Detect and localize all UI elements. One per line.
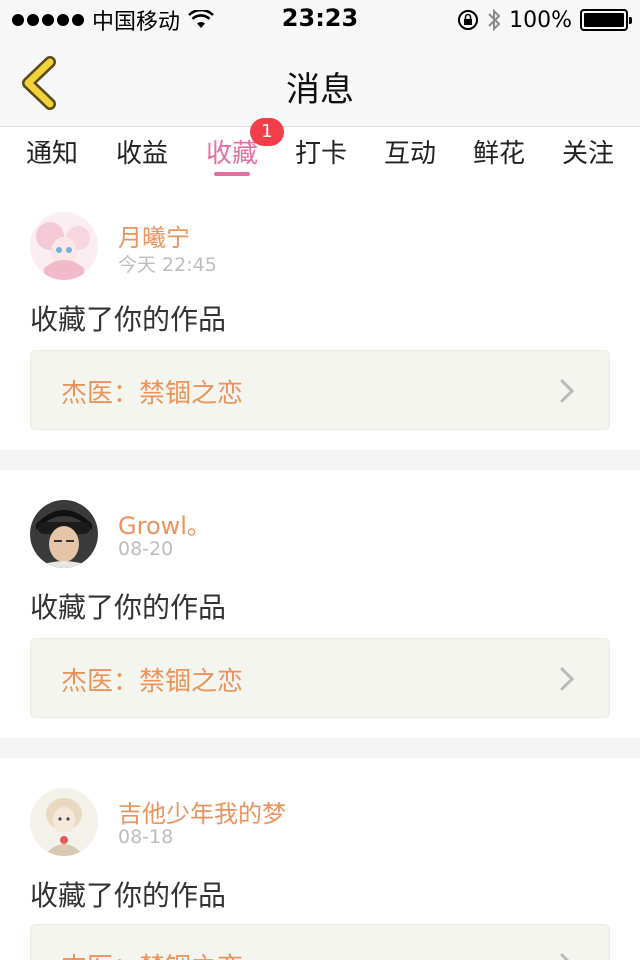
status-bar: 中国移动 23:23 100% <box>0 0 640 40</box>
chevron-right-icon <box>560 953 570 960</box>
battery-percent: 100% <box>509 7 572 33</box>
action-text: 收藏了你的作品 <box>30 303 227 336</box>
status-right: 100% <box>457 6 632 34</box>
message-time: 08-20 <box>118 538 174 560</box>
tab-earnings[interactable]: 收益 <box>116 133 168 170</box>
tab-flowers[interactable]: 鲜花 <box>473 133 525 170</box>
rotation-lock-icon <box>458 10 479 30</box>
work-link[interactable]: 杰医：禁锢之恋 <box>30 350 610 430</box>
work-title: 杰医：禁锢之恋 <box>61 667 244 697</box>
work-link[interactable]: 杰医：禁锢之恋 <box>30 638 610 718</box>
tab-bar: 通知 收益 收藏 打卡 互动 鲜花 关注 <box>0 126 640 182</box>
tab-notifications[interactable]: 通知 <box>26 133 78 170</box>
battery-icon <box>580 9 632 31</box>
message-card: 吉他少年我的梦 08-18 收藏了你的作品 杰医：禁锢之恋 <box>0 758 640 960</box>
message-card: 月曦宁 今天 22:45 收藏了你的作品 杰医：禁锢之恋 <box>0 182 640 450</box>
work-title: 杰医：禁锢之恋 <box>61 379 244 409</box>
avatar[interactable] <box>30 788 98 856</box>
username[interactable]: 月曦宁 <box>118 218 190 253</box>
username[interactable]: 吉他少年我的梦 <box>118 794 286 829</box>
chevron-right-icon <box>560 379 575 403</box>
tab-following[interactable]: 关注 <box>562 133 614 170</box>
message-time: 08-18 <box>118 826 174 848</box>
tab-checkin[interactable]: 打卡 <box>295 133 347 170</box>
work-title: 杰医：禁锢之恋 <box>61 947 243 960</box>
bluetooth-icon <box>488 8 501 32</box>
active-tab-indicator <box>214 172 250 176</box>
username[interactable]: Growl。 <box>118 506 211 541</box>
tab-interactions[interactable]: 互动 <box>384 133 436 170</box>
page-title: 消息 <box>286 70 354 110</box>
work-link[interactable]: 杰医：禁锢之恋 <box>30 924 610 960</box>
divider <box>0 738 640 758</box>
favorites-badge: 1 <box>250 118 284 146</box>
message-time: 今天 22:45 <box>118 254 217 276</box>
action-text: 收藏了你的作品 <box>30 879 227 912</box>
avatar[interactable] <box>30 212 98 280</box>
nav-bar: 消息 <box>0 40 640 126</box>
message-card: Growl。 08-20 收藏了你的作品 杰医：禁锢之恋 <box>0 470 640 738</box>
chevron-right-icon <box>560 667 575 691</box>
tab-favorites[interactable]: 收藏 <box>206 133 258 170</box>
action-text: 收藏了你的作品 <box>30 591 227 624</box>
avatar[interactable] <box>30 500 98 568</box>
divider <box>0 450 640 470</box>
